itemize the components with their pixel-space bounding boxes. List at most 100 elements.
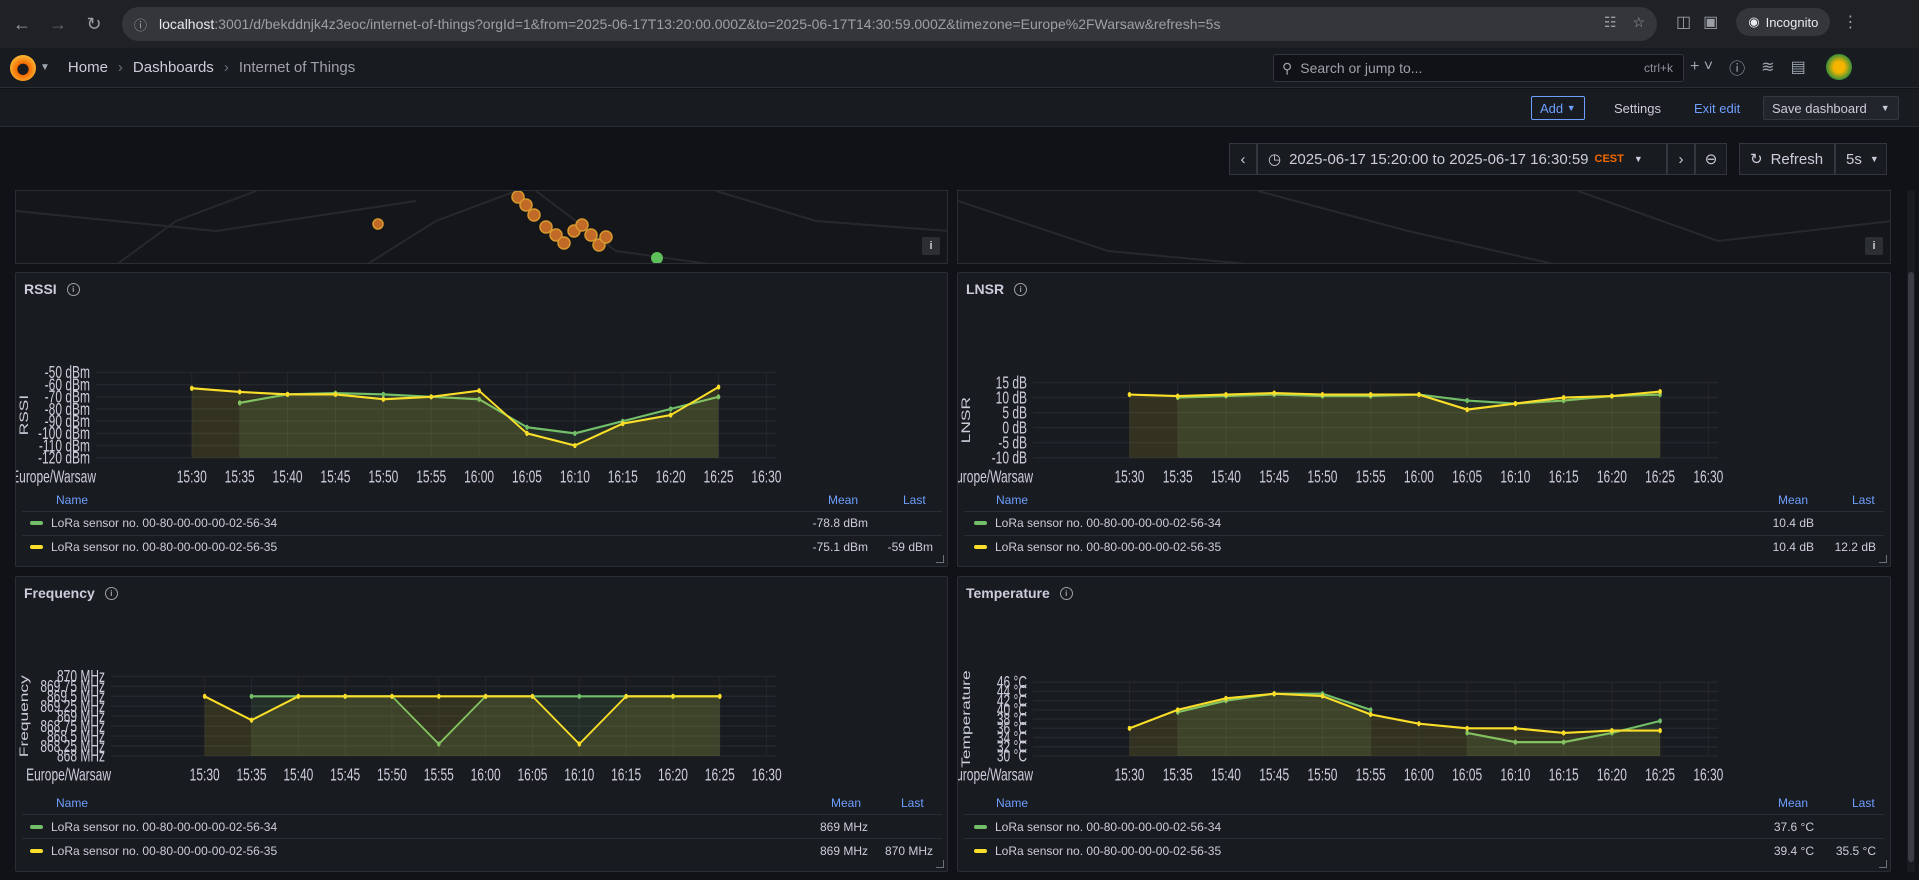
legend-header-last[interactable]: Last: [903, 493, 926, 507]
settings-button[interactable]: Settings: [1606, 96, 1669, 120]
legend-item[interactable]: LoRa sensor no. 00-80-00-00-00-02-56-34: [30, 820, 277, 834]
legend-item[interactable]: LoRa sensor no. 00-80-00-00-00-02-56-34: [30, 516, 277, 530]
resize-handle[interactable]: [1879, 555, 1887, 563]
translate-icon[interactable]: ☷: [1604, 14, 1617, 31]
lnsr-chart[interactable]: 15 dB10 dB5 dB0 dB-5 dB-10 dBLNSR15:30 15…: [958, 303, 1892, 491]
breadcrumb-dashboards[interactable]: Dashboards: [133, 59, 214, 76]
legend-header-name[interactable]: Name: [56, 796, 88, 810]
chevron-down-icon[interactable]: ▼: [1881, 103, 1890, 113]
sensor-marker-green: [651, 252, 663, 263]
legend-item[interactable]: LoRa sensor no. 00-80-00-00-00-02-56-35: [30, 540, 277, 554]
incognito-badge[interactable]: ◉ Incognito: [1736, 8, 1831, 36]
tab-search-icon[interactable]: ▣: [1703, 12, 1718, 32]
legend-header-name[interactable]: Name: [56, 493, 88, 507]
help-icon[interactable]: ⓘ: [1729, 55, 1745, 79]
rss-icon[interactable]: ≋: [1761, 57, 1774, 77]
extensions-icon[interactable]: ◫: [1676, 12, 1691, 32]
temperature-panel[interactable]: Temperature i 46 °C 44 °C 42 °C 40 °C 38 °C 36…: [957, 576, 1891, 872]
legend-mean: 10.4 dB: [1772, 540, 1814, 554]
lnsr-panel[interactable]: LNSR i 15 dB 10 dB 5 dB 0 dB -5 dB -10 dB LNSR 1…: [957, 272, 1891, 567]
bookmark-star-icon[interactable]: ☆: [1632, 14, 1645, 31]
refresh-interval-select[interactable]: 5s ▼: [1835, 143, 1887, 175]
scrollbar-thumb[interactable]: [1908, 272, 1914, 862]
legend-header-mean[interactable]: Mean: [831, 796, 861, 810]
data-point: [1224, 695, 1228, 701]
search-input[interactable]: ⚲ Search or jump to... ctrl+k: [1273, 54, 1684, 82]
data-point: [343, 693, 347, 699]
info-icon[interactable]: i: [1014, 282, 1028, 296]
x-tick-label: 15:35: [1163, 767, 1193, 786]
add-button[interactable]: Add ▼: [1531, 96, 1585, 120]
data-point: [429, 394, 434, 400]
map-panel-left[interactable]: i: [15, 190, 948, 264]
legend-header-last[interactable]: Last: [901, 796, 924, 810]
browser-toolbar: ← → ↻ ⓘ localhost:3001/d/bekddnjk4z3eoc/…: [0, 0, 1919, 48]
exit-edit-button[interactable]: Exit edit: [1686, 96, 1748, 120]
time-forward-button[interactable]: ›: [1667, 143, 1695, 175]
rssi-panel[interactable]: RSSI i -50 dBm -60 dBm -70 dBm -80 dBm -90 dB…: [15, 272, 948, 567]
frequency-panel[interactable]: Frequency i 870 MHz 869.75 MHz 869.5 MHz 869…: [15, 576, 948, 872]
back-icon[interactable]: ←: [8, 10, 36, 38]
data-point: [381, 391, 386, 397]
resize-handle[interactable]: [936, 860, 944, 868]
legend-item[interactable]: LoRa sensor no. 00-80-00-00-00-02-56-35: [974, 540, 1221, 554]
breadcrumb-home[interactable]: Home: [68, 59, 108, 76]
legend-item[interactable]: LoRa sensor no. 00-80-00-00-00-02-56-35: [974, 844, 1221, 858]
data-point: [573, 430, 577, 436]
url-text[interactable]: localhost:3001/d/bekddnjk4z3eoc/internet…: [159, 16, 1220, 32]
legend-header-mean[interactable]: Mean: [828, 493, 858, 507]
grafana-logo-icon[interactable]: [10, 54, 36, 81]
map-attribution-button[interactable]: i: [922, 237, 940, 255]
chevron-down-icon: ▼: [1566, 103, 1576, 113]
rssi-chart[interactable]: -50 dBm-60 dBm-70 dBm-80 dBm-90 dBm-100 …: [16, 303, 949, 491]
x-tick-label: 16:20: [658, 767, 688, 786]
y-axis-label: Frequency: [18, 675, 31, 758]
info-icon[interactable]: i: [104, 586, 118, 600]
search-icon: ⚲: [1282, 59, 1293, 76]
refresh-button[interactable]: ↻ Refresh: [1739, 143, 1835, 175]
search-placeholder: Search or jump to...: [1300, 60, 1423, 76]
frequency-chart[interactable]: 870 MHz869.75 MHz869.5 MHz869.25 MHz869 …: [16, 607, 949, 795]
legend-item[interactable]: LoRa sensor no. 00-80-00-00-00-02-56-35: [30, 844, 277, 858]
x-tick-label: 16:30: [752, 767, 782, 786]
save-dashboard-button[interactable]: Save dashboard ▼: [1763, 96, 1899, 120]
legend-header-last[interactable]: Last: [1852, 796, 1875, 810]
plus-icon[interactable]: + ˅: [1690, 58, 1713, 76]
legend-header-mean[interactable]: Mean: [1778, 796, 1808, 810]
avatar[interactable]: [1825, 54, 1852, 80]
browser-menu-icon[interactable]: ⋮: [1842, 12, 1858, 32]
info-icon[interactable]: i: [1059, 586, 1073, 600]
legend-header-name[interactable]: Name: [996, 493, 1028, 507]
temperature-chart[interactable]: 46 °C44 °C42 °C40 °C38 °C36 °C34 °C32 °C…: [958, 607, 1892, 795]
data-point: [381, 396, 386, 402]
time-range-picker[interactable]: ◷ 2025-06-17 15:20:00 to 2025-06-17 16:3…: [1257, 143, 1667, 175]
series-area: [191, 387, 719, 458]
legend-name: LoRa sensor no. 00-80-00-00-00-02-56-34: [51, 516, 278, 530]
address-bar[interactable]: ⓘ localhost:3001/d/bekddnjk4z3eoc/intern…: [122, 7, 1657, 41]
kiosk-icon[interactable]: ▤: [1791, 57, 1806, 77]
legend-header-name[interactable]: Name: [996, 796, 1028, 810]
resize-handle[interactable]: [936, 555, 944, 563]
legend-name: LoRa sensor no. 00-80-00-00-00-02-56-34: [995, 516, 1222, 530]
time-back-button[interactable]: ‹: [1229, 143, 1257, 175]
legend-header-last[interactable]: Last: [1852, 493, 1875, 507]
reload-icon[interactable]: ↻: [80, 10, 108, 38]
x-tick-label: 16:00: [471, 767, 501, 786]
map-panel-right[interactable]: i: [957, 190, 1891, 264]
legend-header-mean[interactable]: Mean: [1778, 493, 1808, 507]
data-point: [1175, 393, 1180, 399]
info-icon[interactable]: i: [66, 282, 80, 296]
data-point: [1320, 693, 1325, 699]
legend-item[interactable]: LoRa sensor no. 00-80-00-00-00-02-56-34: [974, 820, 1221, 834]
data-point: [1658, 718, 1662, 724]
data-point: [716, 384, 721, 390]
zoom-out-button[interactable]: ⊖: [1695, 143, 1727, 175]
map-attribution-button[interactable]: i: [1865, 237, 1883, 255]
site-info-icon[interactable]: ⓘ: [134, 15, 147, 34]
chevron-down-icon[interactable]: ▼: [40, 62, 50, 73]
data-point: [1368, 711, 1373, 718]
forward-icon[interactable]: →: [44, 10, 72, 38]
resize-handle[interactable]: [1879, 860, 1887, 868]
breadcrumb: Home › Dashboards › Internet of Things: [68, 59, 355, 76]
legend-item[interactable]: LoRa sensor no. 00-80-00-00-00-02-56-34: [974, 516, 1221, 530]
